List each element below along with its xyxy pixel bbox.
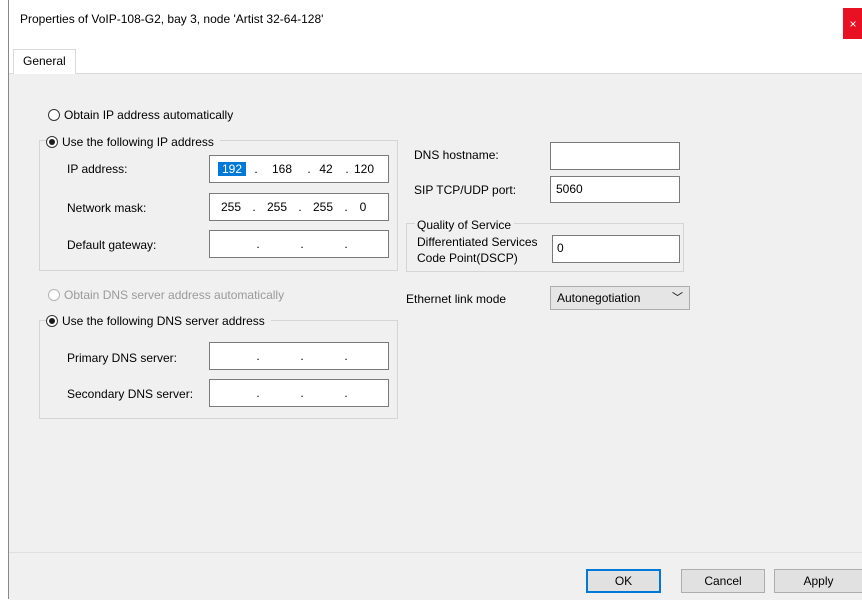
ip-auto-label: Obtain IP address automatically	[64, 108, 234, 122]
general-panel: Obtain IP address automatically Use the …	[9, 74, 862, 552]
sip-port-label: SIP TCP/UDP port:	[414, 183, 517, 197]
ip-auto-radio[interactable]	[48, 109, 60, 121]
dns-hostname-label: DNS hostname:	[414, 148, 499, 162]
dns-hostname-input[interactable]	[550, 142, 680, 170]
ip-address-octet-2: 168	[271, 162, 293, 176]
dns-auto-label: Obtain DNS server address automatically	[64, 288, 285, 302]
ip-address-field[interactable]: 192 . 168 . 42 . 120	[209, 155, 389, 183]
ok-button[interactable]: OK	[586, 569, 661, 593]
dns-auto-radio-row: Obtain DNS server address automatically	[48, 288, 284, 302]
ip-separator: .	[256, 237, 260, 251]
ip-separator: .	[344, 349, 348, 363]
mask-octet-3: 255	[312, 200, 334, 214]
mask-octet-4: 0	[359, 200, 367, 214]
ip-manual-label: Use the following IP address	[62, 135, 214, 149]
dns-manual-radio-row[interactable]: Use the following DNS server address	[46, 314, 271, 328]
ip-separator: .	[300, 349, 304, 363]
dns-manual-radio[interactable]	[46, 315, 58, 327]
ip-separator: .	[256, 349, 260, 363]
ip-address-octet-1: 192	[218, 162, 246, 176]
ip-address-octet-4: 120	[353, 162, 375, 176]
default-gateway-field[interactable]: . . .	[209, 230, 389, 258]
sip-port-input[interactable]: 5060	[550, 176, 680, 203]
ip-separator: .	[254, 162, 258, 176]
qos-title: Quality of Service	[415, 218, 515, 232]
apply-button[interactable]: Apply	[774, 569, 862, 593]
ip-manual-radio-row[interactable]: Use the following IP address	[46, 135, 220, 149]
dns-auto-radio	[48, 289, 60, 301]
ethernet-link-mode-value: Autonegotiation	[557, 291, 641, 305]
dscp-label-line2: Code Point(DSCP)	[417, 251, 518, 265]
mask-octet-1: 255	[220, 200, 242, 214]
secondary-dns-label: Secondary DNS server:	[67, 387, 194, 401]
ip-address-label: IP address:	[67, 162, 128, 176]
dscp-input[interactable]: 0	[552, 235, 680, 263]
ip-separator: .	[256, 386, 260, 400]
ip-separator: .	[300, 386, 304, 400]
secondary-dns-field[interactable]: . . .	[209, 379, 389, 407]
primary-dns-field[interactable]: . . .	[209, 342, 389, 370]
ip-auto-radio-row[interactable]: Obtain IP address automatically	[48, 108, 233, 122]
ip-separator: .	[344, 386, 348, 400]
dscp-label-line1: Differentiated Services	[417, 235, 538, 249]
dns-manual-label: Use the following DNS server address	[62, 314, 265, 328]
ip-separator: .	[344, 237, 348, 251]
ethernet-link-mode-select[interactable]: Autonegotiation ﹀	[550, 286, 690, 310]
network-mask-label: Network mask:	[67, 201, 147, 215]
close-icon: ×	[849, 16, 857, 31]
tab-strip: General	[9, 39, 862, 75]
cancel-button[interactable]: Cancel	[681, 569, 765, 593]
ip-separator: .	[298, 200, 302, 214]
properties-dialog: Properties of VoIP-108-G2, bay 3, node '…	[8, 0, 862, 600]
tab-general[interactable]: General	[13, 49, 76, 75]
dialog-footer: OK Cancel Apply	[9, 552, 862, 600]
mask-octet-2: 255	[266, 200, 288, 214]
window-title: Properties of VoIP-108-G2, bay 3, node '…	[20, 12, 324, 26]
close-button[interactable]: ×	[843, 8, 862, 39]
primary-dns-label: Primary DNS server:	[67, 351, 178, 365]
ip-manual-radio[interactable]	[46, 136, 58, 148]
network-mask-field[interactable]: 255 . 255 . 255 . 0	[209, 193, 389, 221]
ethernet-link-mode-label: Ethernet link mode	[406, 292, 507, 306]
chevron-down-icon: ﹀	[672, 292, 683, 304]
default-gateway-label: Default gateway:	[67, 238, 157, 252]
ip-separator: .	[300, 237, 304, 251]
title-bar: Properties of VoIP-108-G2, bay 3, node '…	[9, 0, 862, 39]
ip-address-octet-3: 42	[319, 162, 333, 176]
ip-separator: .	[252, 200, 256, 214]
